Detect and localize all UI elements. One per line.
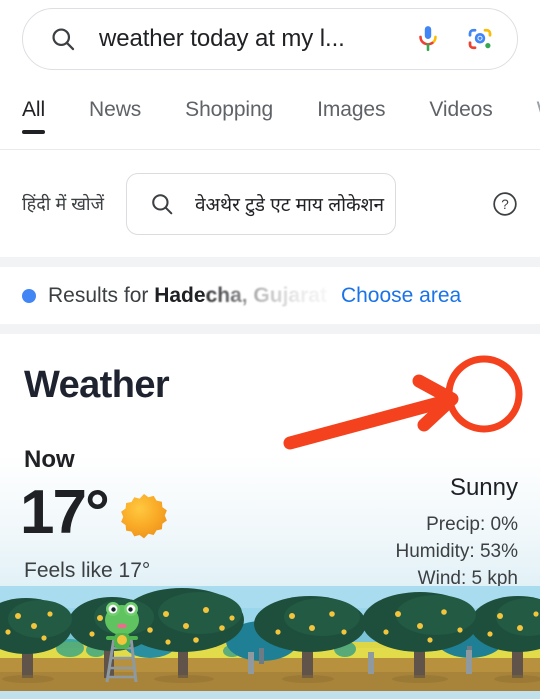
tab-news[interactable]: News: [89, 98, 141, 132]
weather-condition: Sunny: [449, 474, 518, 501]
weather-precip: Precip: 0%: [426, 514, 518, 535]
tab-all[interactable]: All: [22, 98, 46, 134]
translated-query-text: वेअथेर टुडे एट माय लोकेशन: [194, 195, 385, 216]
microphone-icon[interactable]: [415, 24, 441, 54]
results-for-text: Results for Hadecha, Gujarat: [48, 284, 327, 308]
google-lens-icon[interactable]: [465, 24, 495, 54]
results-for-prefix: Results for: [48, 283, 155, 307]
search-icon: [149, 191, 175, 217]
weather-now-label: Now: [24, 446, 75, 473]
tab-images-label: Images: [317, 98, 386, 121]
sun-icon: [117, 491, 171, 545]
tab-news-label: News: [89, 98, 142, 121]
weather-details-block: Sunny Precip: 0% Humidity: 53% Wind: 5 k…: [396, 474, 519, 593]
svg-text:?: ?: [501, 197, 509, 212]
google-search-results-screen: weather today at my l... All News Shoppi…: [0, 0, 540, 699]
tab-web[interactable]: We: [537, 98, 540, 132]
orchard-illustration: [0, 586, 540, 691]
translated-search-box[interactable]: वेअथेर टुडे एट माय लोकेशन: [125, 173, 396, 235]
weather-title: Weather: [24, 364, 170, 406]
tab-web-label: We: [537, 98, 540, 121]
weather-temperature: 17°: [20, 478, 110, 547]
results-separator-top: [0, 257, 540, 267]
weather-card: Weather Now 17° Feels like 17° Sunny Pre…: [0, 334, 540, 699]
location-name-clear: Hade: [154, 283, 206, 307]
tab-videos[interactable]: Videos: [429, 98, 492, 132]
translate-label: हिंदी में खोजें: [22, 194, 104, 214]
search-bar[interactable]: weather today at my l...: [22, 8, 518, 70]
search-icon: [49, 25, 77, 53]
weather-humidity: Humidity: 53%: [395, 540, 519, 562]
tab-shopping[interactable]: Shopping: [185, 98, 273, 132]
search-tabs: All News Shopping Images Videos We: [0, 98, 540, 150]
location-dot-icon: [22, 288, 36, 303]
tab-videos-label: Videos: [429, 98, 493, 121]
translate-search-row: हिंदी में खोजें वेअथेर टुडे एट माय लोकेश…: [0, 151, 540, 257]
help-circle-icon[interactable]: ?: [492, 191, 518, 217]
weather-feels-like: Feels like 17°: [24, 559, 151, 582]
choose-area-link[interactable]: Choose area: [341, 284, 461, 308]
tab-all-label: All: [22, 98, 46, 121]
search-input[interactable]: weather today at my l...: [99, 25, 415, 53]
tab-shopping-label: Shopping: [185, 98, 274, 121]
results-separator-bottom: [0, 324, 540, 334]
location-name-blurred: cha, Gujarat: [205, 283, 327, 307]
results-location-bar: Results for Hadecha, Gujarat Choose area: [0, 267, 540, 324]
tab-images[interactable]: Images: [317, 98, 385, 132]
